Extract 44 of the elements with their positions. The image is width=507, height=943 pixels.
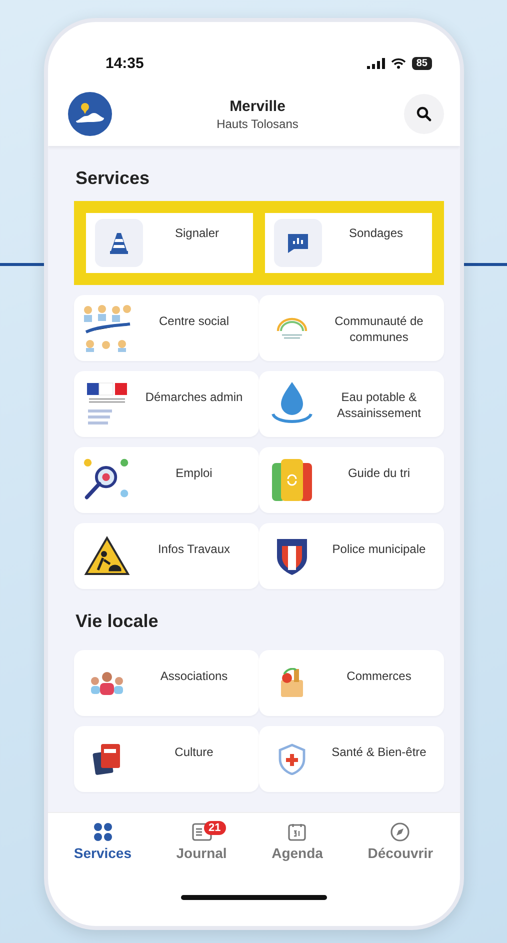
section-title: Vie locale bbox=[76, 611, 160, 632]
wifi-icon bbox=[391, 58, 406, 68]
compass-icon bbox=[390, 822, 410, 842]
calendar-icon bbox=[288, 823, 306, 841]
service-tile[interactable]: Santé & Bien-être bbox=[258, 726, 444, 792]
service-tile[interactable]: Communauté de communes bbox=[258, 295, 444, 361]
town-logo-icon bbox=[68, 92, 112, 136]
medical-shield-icon bbox=[276, 743, 306, 775]
notification-badge: 21 bbox=[204, 821, 226, 835]
service-tile[interactable]: Eau potable & Assainissement bbox=[258, 371, 444, 437]
cone-icon bbox=[110, 232, 128, 254]
service-tile[interactable]: Centre social bbox=[74, 295, 258, 361]
books-icon bbox=[92, 742, 122, 776]
nav-tab[interactable]: Agenda bbox=[268, 821, 327, 873]
chart-bubble-icon bbox=[286, 232, 308, 254]
town-subtitle: Hauts Tolosans bbox=[216, 116, 298, 130]
people-icon bbox=[88, 671, 124, 695]
nav-tab[interactable]: Services bbox=[70, 821, 136, 873]
service-tile[interactable]: Police municipale bbox=[258, 523, 444, 589]
grid-icon bbox=[92, 822, 113, 842]
people-collage-icon bbox=[82, 304, 132, 352]
service-tile[interactable]: Associations bbox=[74, 650, 258, 716]
police-shield-icon bbox=[274, 536, 308, 576]
leader-line bbox=[461, 263, 507, 266]
section-title: Services bbox=[76, 168, 151, 189]
nav-tab[interactable]: Découvrir bbox=[364, 821, 438, 873]
search-button[interactable] bbox=[404, 94, 444, 134]
service-tile[interactable]: Commerces bbox=[258, 650, 444, 716]
service-tile[interactable]: Guide du tri bbox=[258, 447, 444, 513]
service-tile[interactable]: Signaler bbox=[74, 201, 258, 285]
signal-icon bbox=[367, 58, 386, 68]
roadwork-sign-icon bbox=[84, 536, 130, 576]
service-tile[interactable]: Démarches admin bbox=[74, 371, 258, 437]
status-time: 14:35 bbox=[106, 54, 144, 72]
flag-logo-icon bbox=[84, 381, 128, 427]
service-tile[interactable]: Culture bbox=[74, 726, 258, 792]
nav-tab[interactable]: 21 Journal bbox=[172, 821, 231, 873]
search-icon bbox=[416, 106, 432, 122]
recycling-bin-icon bbox=[270, 457, 314, 503]
battery-level: 85 bbox=[412, 56, 432, 70]
town-name: Merville bbox=[230, 98, 286, 114]
service-tile[interactable]: Emploi bbox=[74, 447, 258, 513]
service-tile[interactable]: Sondages bbox=[258, 201, 444, 285]
service-tile[interactable]: Infos Travaux bbox=[74, 523, 258, 589]
